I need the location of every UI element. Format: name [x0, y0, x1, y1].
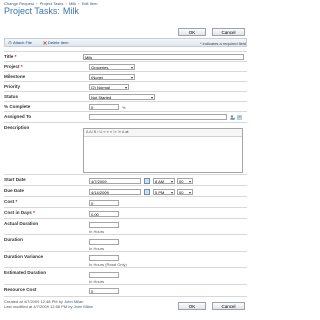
- required-star: *: [20, 64, 23, 69]
- field-label: Milestone: [4, 74, 26, 79]
- duration-variance-input: [89, 255, 119, 261]
- cost-input[interactable]: 0: [89, 200, 119, 206]
- field-label: Duration: [4, 237, 23, 242]
- field-label: Title *: [4, 54, 77, 59]
- delete-x-icon: [43, 41, 47, 45]
- field-row-duration: Duration In Hours: [4, 234, 247, 251]
- start-minute-select[interactable]: 00: [177, 178, 193, 184]
- modified-text: Last modified at 4/7/2009 12:58 PM by: [4, 304, 73, 309]
- ok-button-top[interactable]: OK: [178, 28, 206, 36]
- milestone-select[interactable]: (None): [89, 74, 135, 80]
- cost-in-days-input[interactable]: 0.00: [89, 211, 119, 217]
- description-editor[interactable]: A AI B I U ≡ ≡ ≡ ⁝≡ ⁝≡ A ⇄: [83, 128, 243, 173]
- modified-by-link[interactable]: John Milan: [74, 304, 93, 309]
- field-row-cost-in-days: Cost in Days * 0.00: [4, 207, 247, 218]
- required-star: *: [15, 199, 18, 204]
- field-label: Priority: [4, 84, 21, 89]
- form-bottom-divider: [4, 296, 247, 297]
- status-select[interactable]: Not Started: [89, 94, 155, 100]
- required-star: *: [14, 54, 17, 59]
- field-label: % Complete: [4, 104, 31, 109]
- field-row-start-date: Start Date 4/7/2009 8 AM 00: [4, 174, 247, 185]
- breadcrumb-current: Edit Item: [81, 1, 98, 6]
- page-title-item: Milk: [62, 6, 79, 16]
- required-note-text: indicates a required field: [201, 41, 246, 46]
- delete-item-button[interactable]: Delete Item: [43, 40, 68, 46]
- field-label: Start Date: [4, 177, 26, 182]
- percent-unit: %: [122, 105, 126, 110]
- delete-item-label: Delete Item: [48, 40, 69, 45]
- field-row-due-date: Due Date 4/14/2009 5 PM 00: [4, 185, 247, 196]
- percent-complete-input[interactable]: 0: [89, 104, 119, 110]
- cancel-button-bottom[interactable]: Cancel: [212, 302, 245, 310]
- resource-cost-input[interactable]: 0: [89, 288, 119, 294]
- start-date-input[interactable]: 4/7/2009: [89, 178, 141, 184]
- duration-input[interactable]: [89, 239, 119, 245]
- field-label: Cost *: [4, 199, 77, 204]
- assigned-to-input[interactable]: [89, 114, 227, 120]
- item-version-info: Created at 4/7/2009 12:48 PM by John Mil…: [4, 299, 93, 309]
- field-label: Due Date: [4, 188, 24, 193]
- page-title: Project Tasks: Milk: [4, 6, 79, 16]
- field-label: Status: [4, 94, 19, 99]
- field-label: Estimated Duration: [4, 270, 47, 275]
- field-label: Cost in Days *: [4, 210, 77, 215]
- estimated-duration-input[interactable]: [89, 272, 119, 278]
- field-label-text: Cost in Days: [4, 210, 32, 215]
- field-row-cost: Cost * 0: [4, 196, 247, 207]
- field-row-estimated-duration: Estimated Duration In Hours: [4, 267, 247, 284]
- field-row-description: Description A AI B I U ≡ ≡ ≡ ⁝≡ ⁝≡ A ⇄: [4, 122, 247, 174]
- priority-select[interactable]: (2) Normal: [89, 84, 129, 90]
- due-date-input[interactable]: 4/14/2009: [89, 189, 141, 195]
- required-star: *: [33, 210, 35, 215]
- field-label-text: Cost: [4, 199, 15, 204]
- field-row-percent-complete: % Complete 0 %: [4, 101, 247, 111]
- field-row-actual-duration: Actual Duration In Hours: [4, 218, 247, 234]
- due-hour-select[interactable]: 5 PM: [153, 189, 175, 195]
- ok-button-bottom[interactable]: OK: [178, 302, 206, 310]
- field-label-text: Project: [4, 64, 20, 69]
- field-row-project: Project * Groceries: [4, 61, 247, 71]
- field-label: Description: [4, 125, 30, 130]
- page-title-prefix: Project Tasks:: [4, 6, 60, 16]
- field-row-priority: Priority (2) Normal: [4, 81, 247, 91]
- field-row-resource-cost: Resource Cost 0: [4, 284, 247, 296]
- address-book-icon[interactable]: [237, 115, 242, 120]
- field-label: Resource Cost: [4, 287, 37, 292]
- project-select[interactable]: Groceries: [89, 64, 135, 70]
- due-minute-select[interactable]: 00: [177, 189, 193, 195]
- field-label: Duration Variance: [4, 254, 44, 259]
- cancel-button-top[interactable]: Cancel: [212, 28, 245, 36]
- field-row-title: Title * Milk: [4, 51, 247, 61]
- calendar-icon[interactable]: [144, 189, 150, 195]
- attach-file-label: Attach File: [13, 40, 32, 45]
- field-label: Actual Duration: [4, 221, 39, 226]
- paperclip-icon: [8, 41, 12, 45]
- attach-file-button[interactable]: Attach File: [8, 40, 32, 46]
- check-names-icon[interactable]: [230, 115, 236, 121]
- field-row-status: Status Not Started: [4, 91, 247, 101]
- start-hour-select[interactable]: 8 AM: [153, 178, 175, 184]
- field-label: Project *: [4, 64, 77, 69]
- actual-duration-input[interactable]: [89, 222, 119, 228]
- required-field-note: * indicates a required field: [200, 41, 246, 46]
- field-row-assigned-to: Assigned To: [4, 111, 247, 122]
- rich-text-toolbar[interactable]: A AI B I U ≡ ≡ ≡ ⁝≡ ⁝≡ A ⇄: [84, 129, 242, 137]
- modified-line: Last modified at 4/7/2009 12:58 PM by Jo…: [4, 304, 93, 309]
- field-row-duration-variance: Duration Variance In Hours (Read Only): [4, 251, 247, 267]
- calendar-icon[interactable]: [144, 178, 150, 184]
- field-label-text: Title: [4, 54, 14, 59]
- field-label: Assigned To: [4, 114, 32, 119]
- field-row-milestone: Milestone (None): [4, 71, 247, 81]
- title-input[interactable]: Milk: [83, 54, 244, 60]
